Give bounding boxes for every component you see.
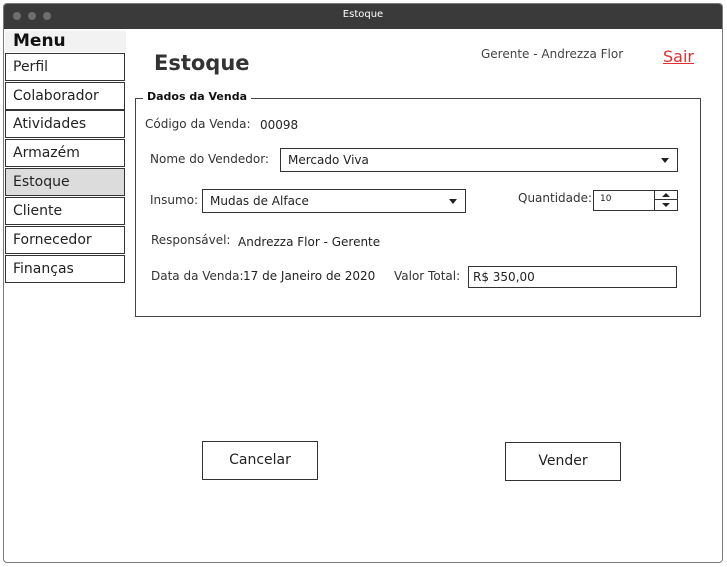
page-title: Estoque — [154, 51, 250, 75]
increment-button[interactable] — [655, 191, 677, 200]
seller-select[interactable]: Mercado Viva — [280, 148, 678, 172]
decrement-button[interactable] — [655, 201, 677, 210]
arrow-down-icon — [662, 203, 670, 207]
stepper-buttons — [654, 191, 677, 210]
app-window: Estoque Menu Perfil Colaborador Atividad… — [3, 3, 723, 563]
current-user: Gerente - Andrezza Flor — [481, 47, 624, 61]
menu-item-cliente[interactable]: Cliente — [5, 197, 125, 225]
menu-item-fornecedor[interactable]: Fornecedor — [5, 226, 125, 254]
arrow-up-icon — [662, 193, 670, 197]
chevron-down-icon — [449, 199, 457, 204]
cancel-button[interactable]: Cancelar — [202, 441, 318, 480]
responsible-value: Andrezza Flor - Gerente — [238, 235, 381, 249]
menu-item-colaborador[interactable]: Colaborador — [5, 82, 125, 110]
menu-item-armazem[interactable]: Armazém — [5, 139, 125, 167]
title-bar: Estoque — [4, 4, 722, 29]
total-label: Valor Total: — [394, 269, 461, 283]
sale-code-value: 00098 — [260, 118, 299, 132]
window-title: Estoque — [342, 9, 384, 20]
quantity-label: Quantidade: — [518, 191, 593, 205]
total-value-field[interactable]: R$ 350,00 — [468, 266, 677, 288]
input-select[interactable]: Mudas de Alface — [202, 189, 466, 213]
sell-button[interactable]: Vender — [505, 442, 621, 481]
sale-code-label: Código da Venda: — [145, 117, 251, 131]
menu-item-perfil[interactable]: Perfil — [5, 53, 125, 81]
menu-item-financas[interactable]: Finanças — [5, 255, 125, 283]
seller-label: Nome do Vendedor: — [150, 152, 269, 166]
sale-data-legend: Dados da Venda — [143, 90, 251, 103]
input-label: Insumo: — [150, 193, 199, 207]
seller-select-value: Mercado Viva — [288, 153, 369, 167]
responsible-label: Responsável: — [151, 233, 231, 247]
sale-date-value: 17 de Janeiro de 2020 — [243, 269, 376, 283]
menu-item-estoque[interactable]: Estoque — [5, 168, 125, 196]
input-select-value: Mudas de Alface — [210, 194, 309, 208]
chevron-down-icon — [661, 158, 669, 163]
sale-date-label: Data da Venda: — [151, 269, 244, 283]
quantity-value: 10 — [600, 194, 612, 204]
quantity-stepper[interactable]: 10 — [593, 190, 678, 211]
menu-header: Menu — [5, 31, 126, 52]
logout-link[interactable]: Sair — [663, 47, 694, 66]
menu-item-atividades[interactable]: Atividades — [5, 110, 125, 138]
